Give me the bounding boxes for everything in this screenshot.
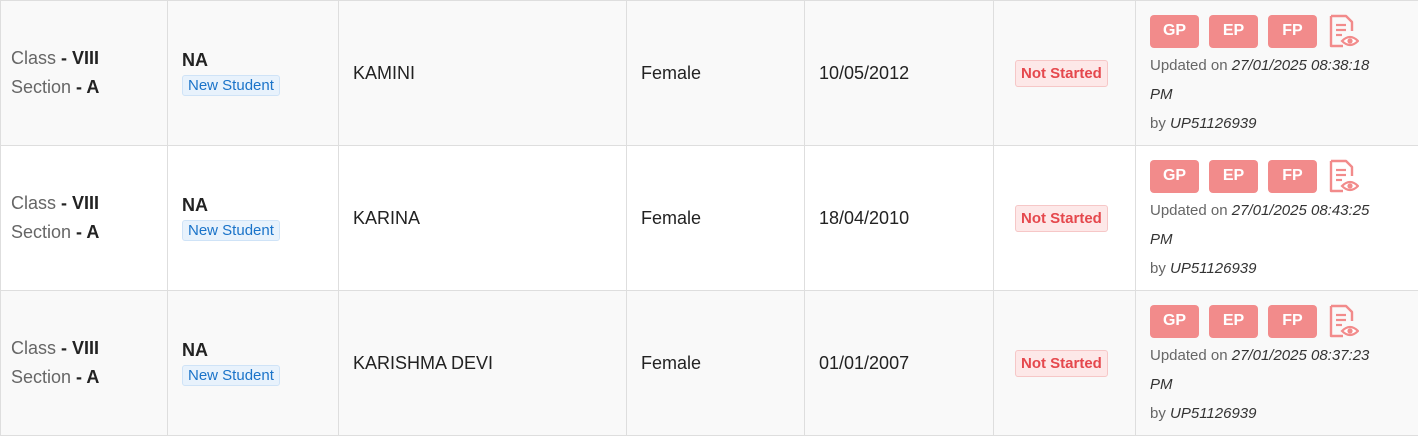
status-cell: Not Started [993, 290, 1136, 436]
dash: - [71, 367, 87, 387]
fp-button[interactable]: FP [1268, 14, 1317, 48]
gp-button[interactable]: GP [1150, 14, 1199, 48]
class-label: Class [11, 48, 57, 68]
dash: - [71, 222, 87, 242]
ep-button[interactable]: EP [1209, 14, 1258, 48]
student-id-cell: NA New Student [167, 0, 339, 146]
table-row: Class - VIII Section - A NA New Student … [0, 0, 1418, 146]
updated-pm: PM [1150, 86, 1173, 103]
updated-pm: PM [1150, 376, 1173, 393]
updated-on-label: Updated on [1150, 57, 1228, 74]
new-student-badge: New Student [182, 75, 280, 96]
student-dob: 18/04/2010 [804, 145, 994, 291]
status-badge: Not Started [1015, 349, 1108, 377]
dash: - [56, 48, 73, 68]
actions-cell: GP EP FP Updated on 27/01/202 [1135, 0, 1418, 146]
document-eye-icon[interactable] [1325, 303, 1359, 339]
section-label: Section [11, 222, 72, 242]
class-section-cell: Class - VIII Section - A [0, 290, 168, 436]
updated-on-label: Updated on [1150, 347, 1228, 364]
updated-by-user: UP51126939 [1170, 405, 1257, 422]
class-label: Class [11, 193, 57, 213]
student-id: NA [182, 340, 208, 360]
dash: - [71, 77, 87, 97]
updated-by-label: by [1150, 405, 1166, 422]
actions-cell: GP EP FP Updated on 27/01/202 [1135, 145, 1418, 291]
student-name: KARINA [338, 145, 627, 291]
section-label: Section [11, 367, 72, 387]
status-badge: Not Started [1015, 204, 1108, 232]
class-value: VIII [72, 48, 100, 68]
dash: - [56, 338, 73, 358]
table-row: Class - VIII Section - A NA New Student … [0, 145, 1418, 291]
updated-on-label: Updated on [1150, 202, 1228, 219]
student-id-cell: NA New Student [167, 145, 339, 291]
section-value: A [86, 367, 100, 387]
student-gender: Female [626, 290, 805, 436]
table-row: Class - VIII Section - A NA New Student … [0, 290, 1418, 436]
updated-by-user: UP51126939 [1170, 260, 1257, 277]
ep-button[interactable]: EP [1209, 159, 1258, 193]
updated-by-label: by [1150, 260, 1166, 277]
document-eye-icon[interactable] [1325, 158, 1359, 194]
status-badge: Not Started [1015, 59, 1108, 87]
table-body: Class - VIII Section - A NA New Student … [0, 0, 1418, 436]
updated-timestamp: 27/01/2025 08:37:23 [1231, 347, 1370, 364]
updated-timestamp: 27/01/2025 08:43:25 [1231, 202, 1370, 219]
class-section-cell: Class - VIII Section - A [0, 0, 168, 146]
fp-button[interactable]: FP [1268, 159, 1317, 193]
fp-button[interactable]: FP [1268, 304, 1317, 338]
updated-by-user: UP51126939 [1170, 115, 1257, 132]
student-dob: 01/01/2007 [804, 290, 994, 436]
updated-by-label: by [1150, 115, 1166, 132]
new-student-badge: New Student [182, 220, 280, 241]
ep-button[interactable]: EP [1209, 304, 1258, 338]
document-eye-icon[interactable] [1325, 13, 1359, 49]
class-value: VIII [72, 338, 100, 358]
actions-cell: GP EP FP Updated on 27/01/202 [1135, 290, 1418, 436]
student-id: NA [182, 50, 208, 70]
status-cell: Not Started [993, 0, 1136, 146]
class-section-cell: Class - VIII Section - A [0, 145, 168, 291]
new-student-badge: New Student [182, 365, 280, 386]
status-cell: Not Started [993, 145, 1136, 291]
students-table: Class - VIII Section - A NA New Student … [0, 0, 1418, 436]
student-gender: Female [626, 145, 805, 291]
student-gender: Female [626, 0, 805, 146]
student-dob: 10/05/2012 [804, 0, 994, 146]
class-value: VIII [72, 193, 100, 213]
section-value: A [86, 222, 100, 242]
gp-button[interactable]: GP [1150, 304, 1199, 338]
student-name: KAMINI [338, 0, 627, 146]
student-id-cell: NA New Student [167, 290, 339, 436]
dash: - [56, 193, 73, 213]
section-label: Section [11, 77, 72, 97]
student-id: NA [182, 195, 208, 215]
updated-pm: PM [1150, 231, 1173, 248]
updated-timestamp: 27/01/2025 08:38:18 [1231, 57, 1370, 74]
gp-button[interactable]: GP [1150, 159, 1199, 193]
section-value: A [86, 77, 100, 97]
student-name: KARISHMA DEVI [338, 290, 627, 436]
class-label: Class [11, 338, 57, 358]
